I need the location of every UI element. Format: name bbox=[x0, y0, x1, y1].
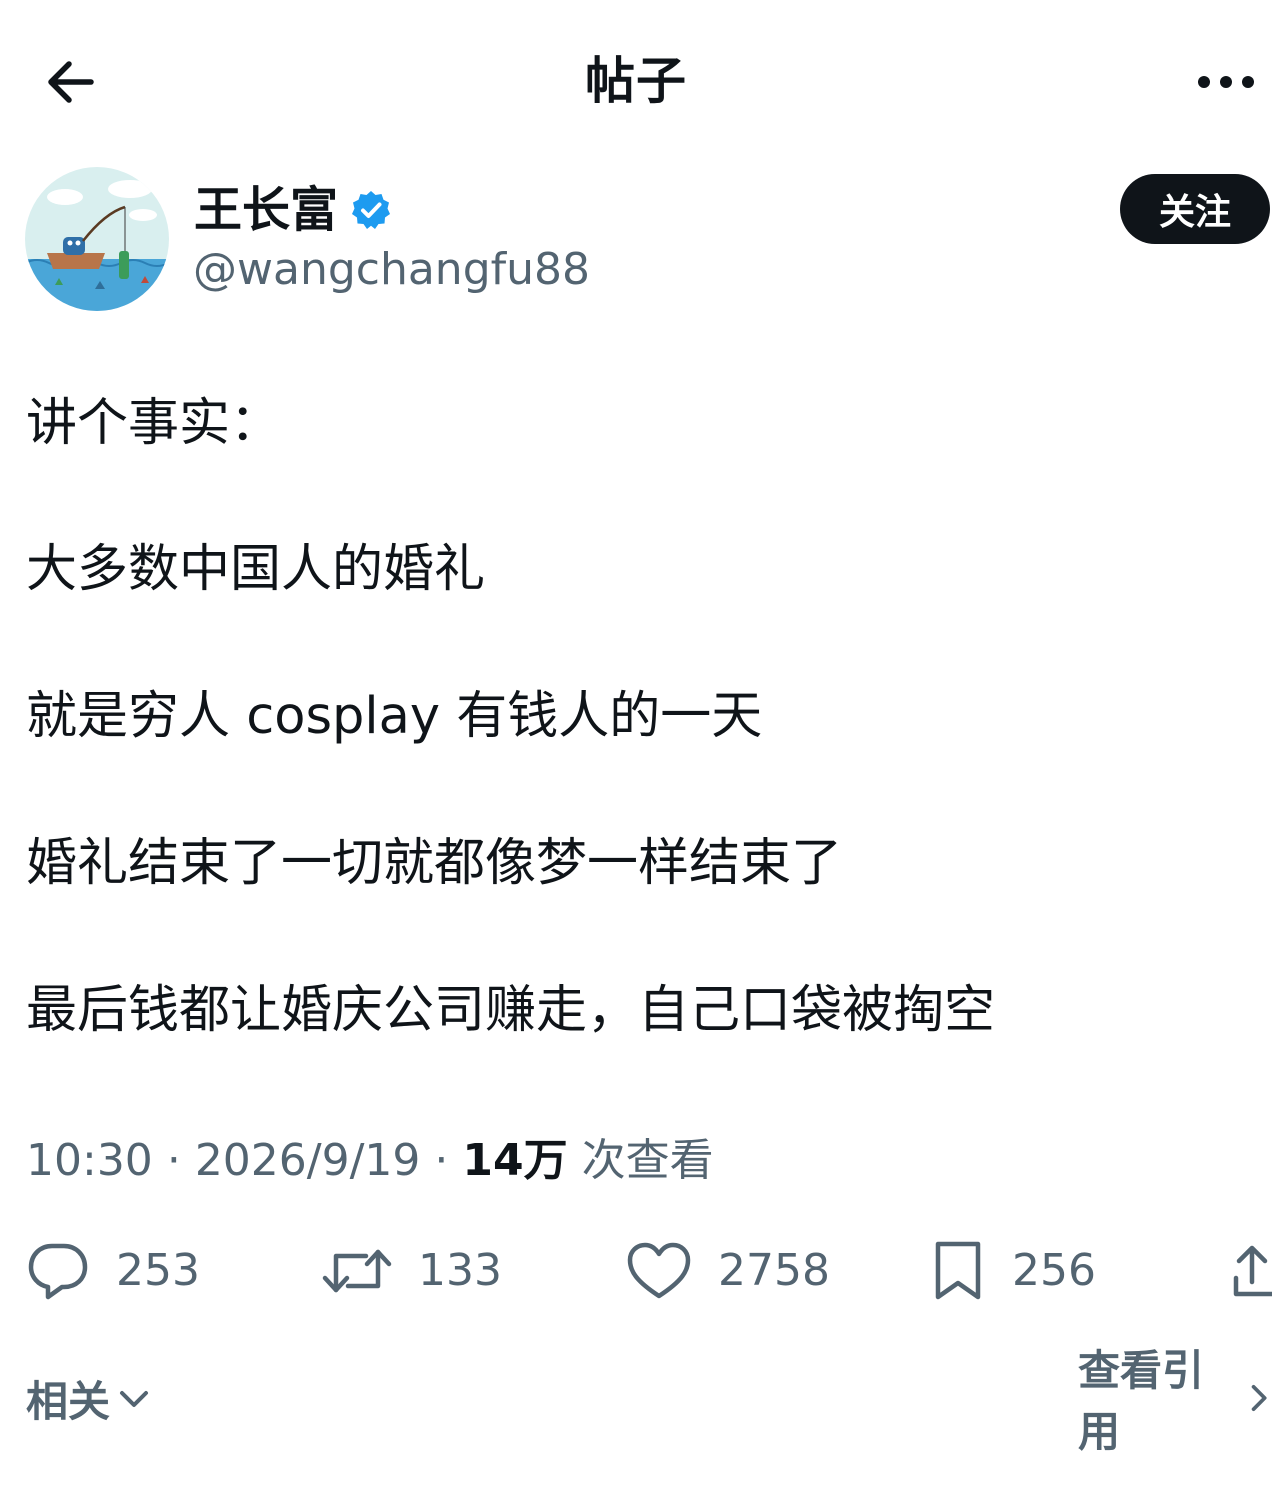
reply-icon bbox=[26, 1240, 90, 1302]
post-text-line: 就是穷人 cosplay 有钱人的一天 bbox=[26, 687, 763, 746]
display-name: 王长富 bbox=[194, 182, 339, 238]
share-icon bbox=[1232, 1240, 1272, 1302]
follow-button[interactable]: 关注 bbox=[1120, 174, 1270, 244]
author-name-row[interactable]: 王长富 bbox=[194, 178, 392, 242]
chevron-down-icon bbox=[120, 1391, 149, 1407]
post-time: 10:30 bbox=[26, 1135, 153, 1186]
verified-badge-icon bbox=[350, 189, 392, 231]
like-button[interactable]: 2758 bbox=[626, 1236, 830, 1306]
bookmark-icon bbox=[930, 1240, 986, 1302]
more-button[interactable] bbox=[1190, 58, 1262, 106]
chevron-right-icon bbox=[1251, 1385, 1267, 1411]
repost-count: 133 bbox=[418, 1245, 502, 1296]
bookmark-count: 256 bbox=[1012, 1245, 1096, 1296]
related-toggle[interactable]: 相关 bbox=[26, 1368, 152, 1428]
post-meta: 10:30 · 2026/9/19 · 14万 次查看 bbox=[26, 1132, 714, 1190]
share-button[interactable] bbox=[1232, 1236, 1272, 1306]
user-handle[interactable]: @wangchangfu88 bbox=[193, 240, 590, 300]
page-title: 帖子 bbox=[585, 52, 687, 110]
bookmark-button[interactable]: 256 bbox=[930, 1236, 1096, 1306]
post-text-line: 讲个事实： bbox=[26, 394, 282, 453]
view-quotes-label: 查看引用 bbox=[1078, 1346, 1205, 1456]
fishing-boat-avatar-image bbox=[25, 167, 169, 311]
views-count: 14万 bbox=[462, 1135, 568, 1186]
heart-icon bbox=[626, 1241, 692, 1301]
post-date: 2026/9/19 bbox=[194, 1135, 421, 1186]
views-label: 次查看 bbox=[581, 1135, 714, 1186]
like-count: 2758 bbox=[718, 1245, 830, 1296]
post-text-line: 大多数中国人的婚礼 bbox=[26, 540, 486, 599]
more-horizontal-icon bbox=[1198, 76, 1254, 88]
view-quotes-link[interactable]: 查看引用 bbox=[1078, 1346, 1272, 1456]
repost-icon bbox=[322, 1244, 392, 1298]
post-text-line: 婚礼结束了一切就都像梦一样结束了 bbox=[26, 834, 843, 893]
related-label: 相关 bbox=[26, 1376, 111, 1426]
meta-separator: · bbox=[166, 1135, 181, 1186]
avatar[interactable] bbox=[25, 167, 169, 311]
reply-count: 253 bbox=[116, 1245, 200, 1296]
reply-button[interactable]: 253 bbox=[26, 1236, 200, 1306]
post-text-line: 最后钱都让婚庆公司赚走，自己口袋被掏空 bbox=[26, 981, 996, 1040]
repost-button[interactable]: 133 bbox=[322, 1236, 502, 1306]
meta-separator: · bbox=[434, 1135, 449, 1186]
